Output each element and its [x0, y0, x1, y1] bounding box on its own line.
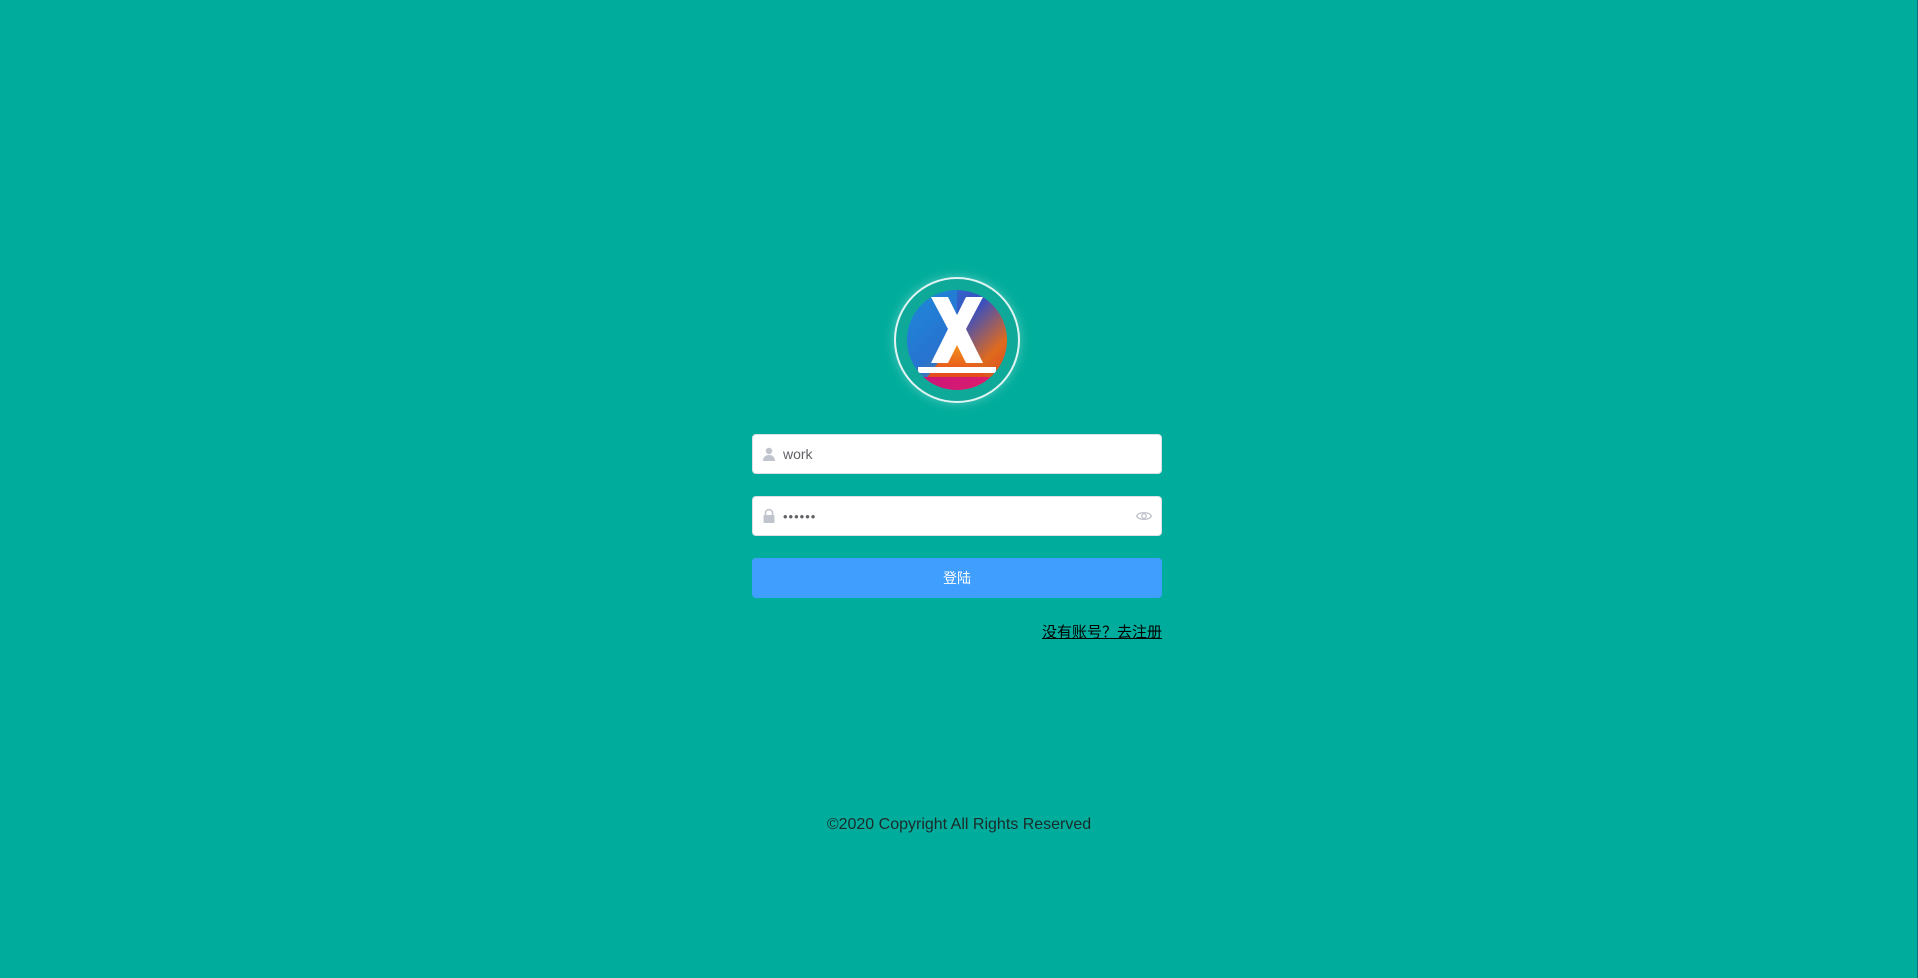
login-button[interactable]: 登陆 — [752, 558, 1162, 598]
password-input[interactable] — [783, 497, 1128, 535]
copyright-text: ©2020 Copyright All Rights Reserved — [826, 816, 1092, 833]
eye-icon[interactable] — [1135, 508, 1153, 524]
password-field — [752, 496, 1162, 536]
login-page: 登陆 没有账号？去注册 ©2020 Copyright All Rights R… — [0, 0, 1918, 978]
user-icon — [763, 447, 775, 461]
username-input[interactable] — [783, 435, 1128, 473]
lock-icon — [763, 508, 775, 523]
register-link[interactable]: 没有账号？去注册 — [1042, 621, 1162, 642]
x-logo-icon — [896, 279, 1018, 401]
username-field — [752, 434, 1162, 474]
